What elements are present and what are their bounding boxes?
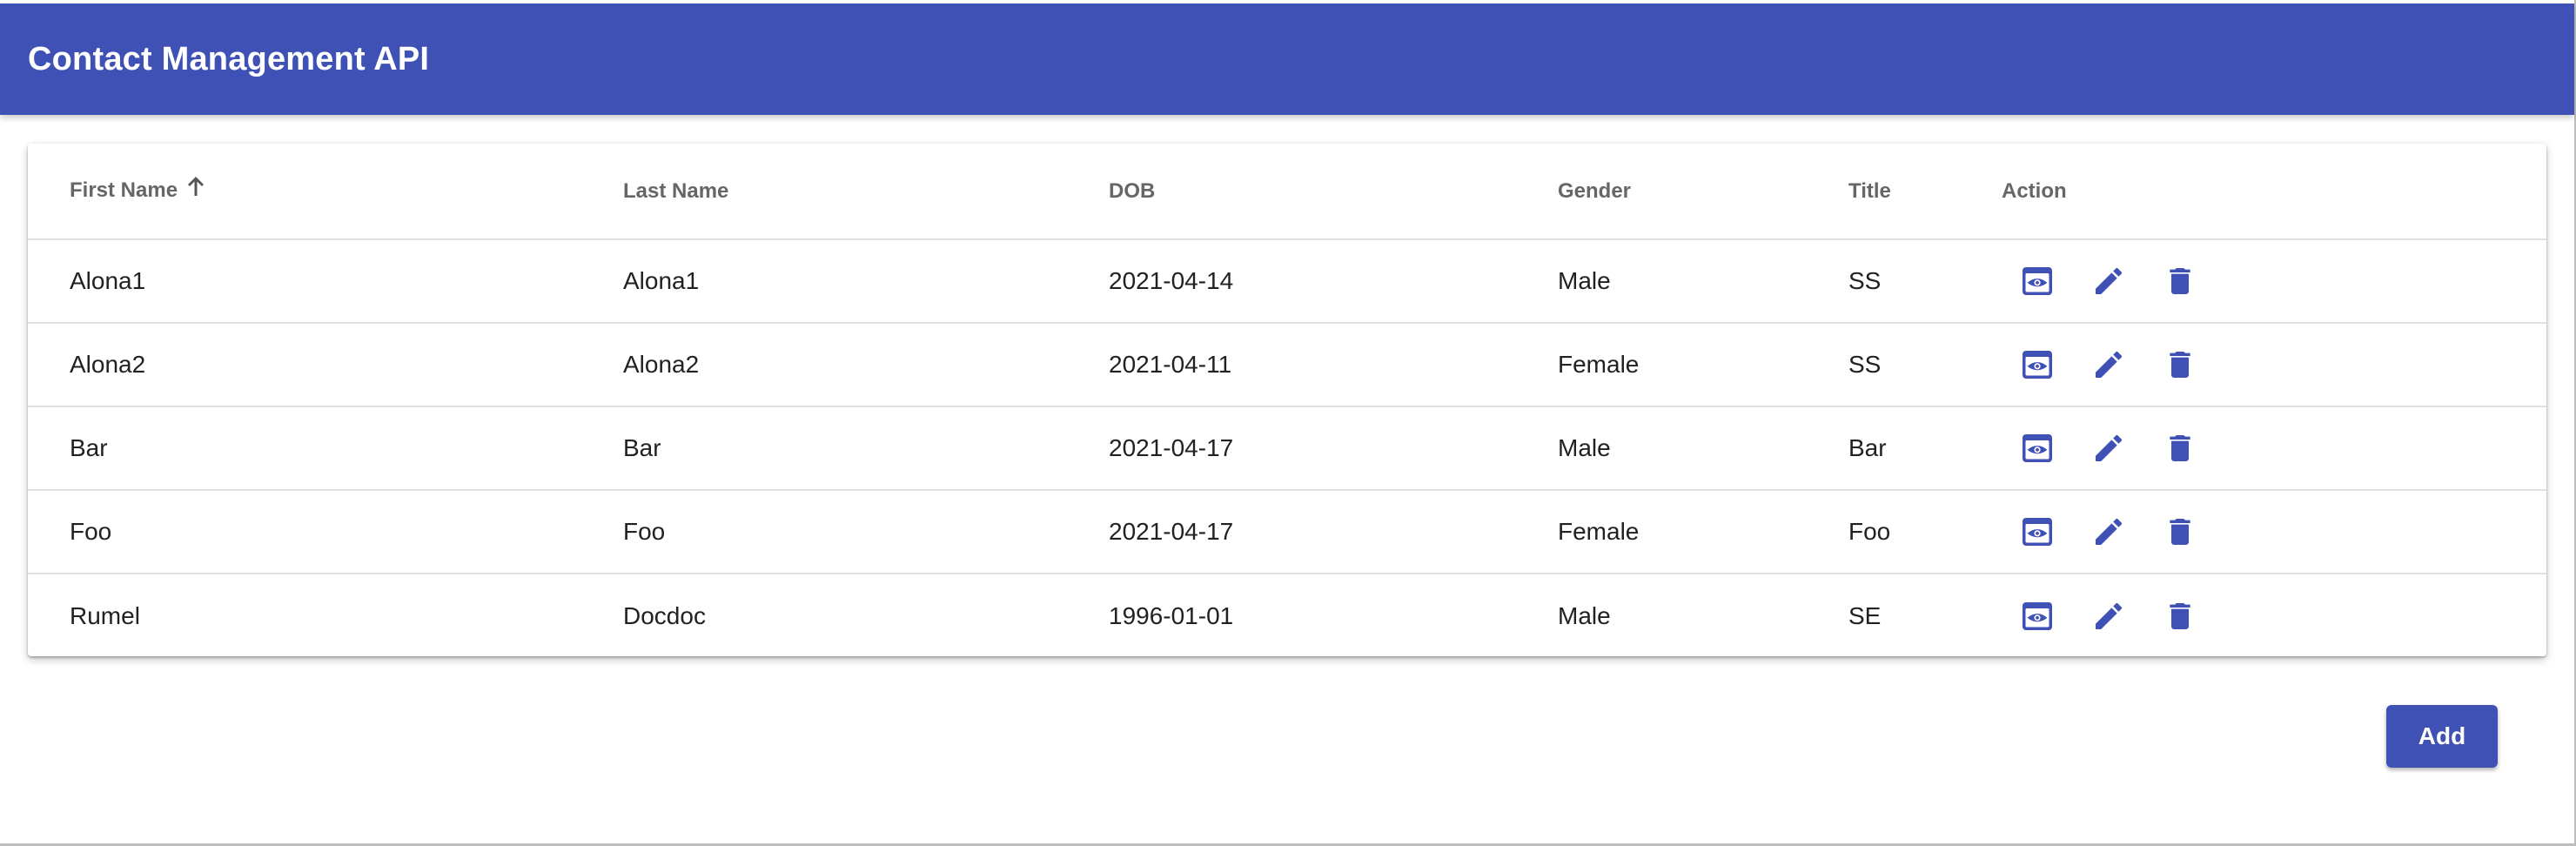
cell-dob: 2021-04-11	[1109, 323, 1558, 407]
cell-actions	[2002, 490, 2546, 574]
view-icon[interactable]	[2019, 346, 2056, 383]
sort-ascending-icon[interactable]	[186, 175, 205, 204]
add-button[interactable]: Add	[2386, 705, 2498, 768]
table-header-row: First Name Last Name DOB Gender Title Ac…	[28, 144, 2546, 240]
column-header-label: First Name	[70, 178, 178, 202]
cell-last-name: Alona2	[623, 323, 1109, 407]
cell-last-name: Alona1	[623, 239, 1109, 324]
view-icon[interactable]	[2019, 598, 2056, 634]
cell-dob: 2021-04-14	[1109, 239, 1558, 324]
cell-gender: Female	[1558, 490, 1848, 574]
row-actions	[2002, 598, 2546, 634]
row-actions	[2002, 263, 2546, 299]
cell-dob: 2021-04-17	[1109, 490, 1558, 574]
cell-title: SE	[1848, 601, 1882, 629]
cell-last-name: Foo	[623, 490, 1109, 574]
view-icon[interactable]	[2019, 263, 2056, 299]
edit-icon[interactable]	[2090, 430, 2127, 467]
table-row: Alona2 Alona2 2021-04-11 Female SS	[28, 323, 2546, 407]
cell-actions	[2002, 239, 2546, 324]
edit-icon[interactable]	[2090, 263, 2127, 299]
column-header-label: Gender	[1558, 178, 1632, 203]
cell-first-name: Rumel	[70, 601, 140, 629]
cell-title: Bar	[1848, 406, 2002, 491]
delete-icon[interactable]	[2162, 514, 2198, 550]
cell-actions	[2002, 574, 2546, 656]
cell-gender: Male	[1558, 406, 1848, 491]
cell-gender: Male	[1558, 601, 1611, 629]
delete-icon[interactable]	[2162, 346, 2198, 383]
cell-first-name: Foo	[28, 490, 623, 574]
delete-icon[interactable]	[2162, 430, 2198, 467]
column-header-gender[interactable]: Gender	[1558, 144, 1848, 240]
edit-icon[interactable]	[2090, 598, 2127, 634]
cell-first-name: Alona1	[28, 239, 623, 324]
table-row: Bar Bar 2021-04-17 Male Bar	[28, 406, 2546, 491]
contacts-table: First Name Last Name DOB Gender Title Ac…	[28, 144, 2546, 656]
cell-first-name: Bar	[28, 406, 623, 491]
cell-title: SS	[1848, 323, 2002, 407]
cell-dob: 1996-01-01	[1109, 601, 1234, 629]
delete-icon[interactable]	[2162, 598, 2198, 634]
cell-last-name: Bar	[623, 406, 1109, 491]
table-row: Rumel Docdoc 1996-01-01 Male SE	[28, 574, 2546, 656]
cell-title: Foo	[1848, 490, 2002, 574]
table-body: Alona1 Alona1 2021-04-14 Male SS Alona2 …	[28, 239, 2546, 656]
row-actions	[2002, 514, 2546, 550]
column-header-action: Action	[2002, 144, 2546, 240]
contacts-table-card: First Name Last Name DOB Gender Title Ac…	[28, 144, 2546, 656]
view-icon[interactable]	[2019, 514, 2056, 550]
table-row: Foo Foo 2021-04-17 Female Foo	[28, 490, 2546, 574]
cell-last-name: Docdoc	[623, 601, 706, 629]
delete-icon[interactable]	[2162, 263, 2198, 299]
row-actions	[2002, 430, 2546, 467]
cell-first-name: Alona2	[28, 323, 623, 407]
row-actions	[2002, 346, 2546, 383]
cell-title: SS	[1848, 239, 2002, 324]
cell-actions	[2002, 406, 2546, 491]
column-header-dob[interactable]: DOB	[1109, 144, 1558, 240]
view-icon[interactable]	[2019, 430, 2056, 467]
column-header-label: Action	[2002, 178, 2067, 203]
edit-icon[interactable]	[2090, 514, 2127, 550]
column-header-label: DOB	[1109, 178, 1156, 203]
column-header-label: Title	[1848, 178, 1891, 203]
column-header-last-name[interactable]: Last Name	[623, 144, 1109, 240]
cell-gender: Male	[1558, 239, 1848, 324]
column-header-first-name[interactable]: First Name	[28, 144, 623, 240]
table-row: Alona1 Alona1 2021-04-14 Male SS	[28, 239, 2546, 324]
column-header-title[interactable]: Title	[1848, 144, 2002, 240]
app-title: Contact Management API	[28, 40, 430, 77]
cell-gender: Female	[1558, 323, 1848, 407]
column-header-label: Last Name	[623, 178, 729, 203]
app-bar: Contact Management API	[0, 3, 2574, 115]
app-frame: Contact Management API First Name Last N…	[0, 0, 2576, 846]
edit-icon[interactable]	[2090, 346, 2127, 383]
cell-actions	[2002, 323, 2546, 407]
cell-dob: 2021-04-17	[1109, 406, 1558, 491]
